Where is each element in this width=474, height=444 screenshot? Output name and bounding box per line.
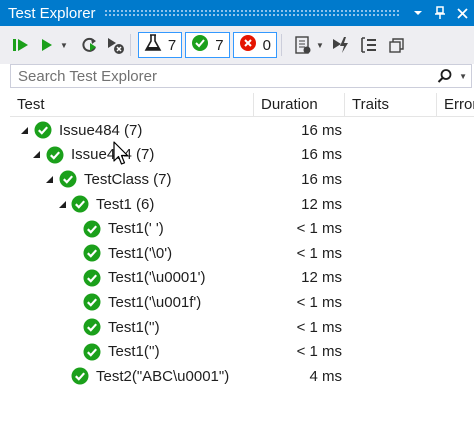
- passed-icon: [46, 146, 64, 164]
- column-test[interactable]: Test: [10, 93, 254, 116]
- table-row[interactable]: Test1('\u001f') < 1 ms: [0, 290, 474, 315]
- table-row[interactable]: Test1('') < 1 ms: [0, 339, 474, 364]
- table-row[interactable]: TestClass (7) 16 ms: [0, 167, 474, 192]
- passed-icon: [83, 318, 101, 336]
- column-header: Test Duration Traits Error: [10, 93, 474, 117]
- refresh-icon[interactable]: [78, 32, 100, 58]
- passed-icon: [71, 195, 89, 213]
- toolbar: ▼ 7 7 0 ▼: [0, 26, 474, 64]
- passed-icon: [34, 121, 52, 139]
- table-row[interactable]: Test1('\u0001') 12 ms: [0, 266, 474, 291]
- expand-arrow-icon[interactable]: [31, 150, 41, 160]
- column-traits[interactable]: Traits: [345, 93, 437, 116]
- passed-icon: [83, 220, 101, 238]
- pin-icon[interactable]: [430, 3, 450, 23]
- test-duration: < 1 ms: [296, 220, 342, 238]
- all-tests-filter-button[interactable]: 7: [137, 32, 183, 58]
- test-duration: 16 ms: [301, 121, 342, 139]
- playlist-icon[interactable]: [292, 32, 314, 58]
- passed-icon: [83, 293, 101, 311]
- group-by-icon[interactable]: [358, 32, 380, 58]
- table-row[interactable]: Test1('') < 1 ms: [0, 315, 474, 340]
- test-duration: 16 ms: [301, 146, 342, 164]
- table-row[interactable]: Test1('\0') < 1 ms: [0, 241, 474, 266]
- test-name: Test1 (6): [96, 195, 155, 213]
- table-row[interactable]: Issue484 (7) 16 ms: [0, 118, 474, 143]
- test-tree: Issue484 (7) 16 ms Issue484 (7) 16 ms Te…: [0, 118, 474, 389]
- failed-tests-count: 0: [262, 36, 271, 54]
- test-duration: < 1 ms: [296, 244, 342, 262]
- failed-tests-filter-button[interactable]: 0: [232, 32, 277, 58]
- test-name: Issue484 (7): [59, 121, 143, 139]
- search-input[interactable]: [11, 66, 434, 86]
- playlist-dropdown-icon[interactable]: ▼: [316, 41, 324, 50]
- chevron-down-icon[interactable]: [408, 3, 428, 23]
- test-duration: 16 ms: [301, 170, 342, 188]
- search-box: ▼: [10, 64, 472, 88]
- table-row[interactable]: Test2("ABC\u0001") 4 ms: [0, 364, 474, 389]
- expand-arrow-icon[interactable]: [19, 125, 29, 135]
- run-after-build-icon[interactable]: [330, 32, 352, 58]
- table-row[interactable]: Issue484 (7) 16 ms: [0, 143, 474, 168]
- expand-arrow-icon[interactable]: [44, 174, 54, 184]
- test-name: Test2("ABC\u0001"): [96, 367, 230, 385]
- mouse-cursor-icon: [113, 141, 129, 165]
- drag-grip[interactable]: [103, 9, 400, 17]
- test-name: Test1('\u001f'): [108, 293, 202, 311]
- passed-tests-filter-button[interactable]: 7: [185, 32, 230, 58]
- column-error[interactable]: Error: [437, 93, 474, 116]
- test-name: TestClass (7): [84, 170, 172, 188]
- test-name: Test1(''): [108, 343, 160, 361]
- test-name: Test1('\0'): [108, 244, 173, 262]
- test-duration: 12 ms: [301, 195, 342, 213]
- table-row[interactable]: Test1(' ') < 1 ms: [0, 216, 474, 241]
- passed-icon: [83, 269, 101, 287]
- test-duration: < 1 ms: [296, 318, 342, 336]
- run-all-icon[interactable]: [10, 32, 32, 58]
- run-icon[interactable]: [36, 32, 58, 58]
- passed-icon: [83, 244, 101, 262]
- test-duration: < 1 ms: [296, 343, 342, 361]
- passed-icon: [83, 343, 101, 361]
- expand-arrow-icon[interactable]: [57, 199, 67, 209]
- passed-tests-count: 7: [215, 36, 224, 54]
- flask-icon: [144, 34, 162, 56]
- title-bar: Test Explorer: [0, 0, 474, 26]
- toolbar-separator: [129, 34, 131, 56]
- test-duration: 12 ms: [301, 269, 342, 287]
- passed-icon: [71, 367, 89, 385]
- fail-icon: [239, 34, 257, 56]
- table-row[interactable]: Test1 (6) 12 ms: [0, 192, 474, 217]
- test-name: Test1(' '): [108, 220, 164, 238]
- test-name: Test1('\u0001'): [108, 269, 206, 287]
- window-title: Test Explorer: [8, 4, 96, 22]
- toolbar-separator: [280, 34, 282, 56]
- collapse-icon[interactable]: [386, 32, 408, 58]
- test-duration: 4 ms: [309, 367, 342, 385]
- close-icon[interactable]: [452, 3, 472, 23]
- all-tests-count: 7: [167, 36, 177, 54]
- search-options-dropdown-icon[interactable]: ▼: [459, 72, 467, 81]
- test-name: Test1(''): [108, 318, 160, 336]
- pass-icon: [191, 34, 209, 56]
- column-duration[interactable]: Duration: [254, 93, 345, 116]
- search-icon[interactable]: [433, 68, 457, 84]
- cancel-icon[interactable]: [104, 32, 126, 58]
- test-duration: < 1 ms: [296, 293, 342, 311]
- run-dropdown-icon[interactable]: ▼: [60, 41, 68, 50]
- passed-icon: [59, 170, 77, 188]
